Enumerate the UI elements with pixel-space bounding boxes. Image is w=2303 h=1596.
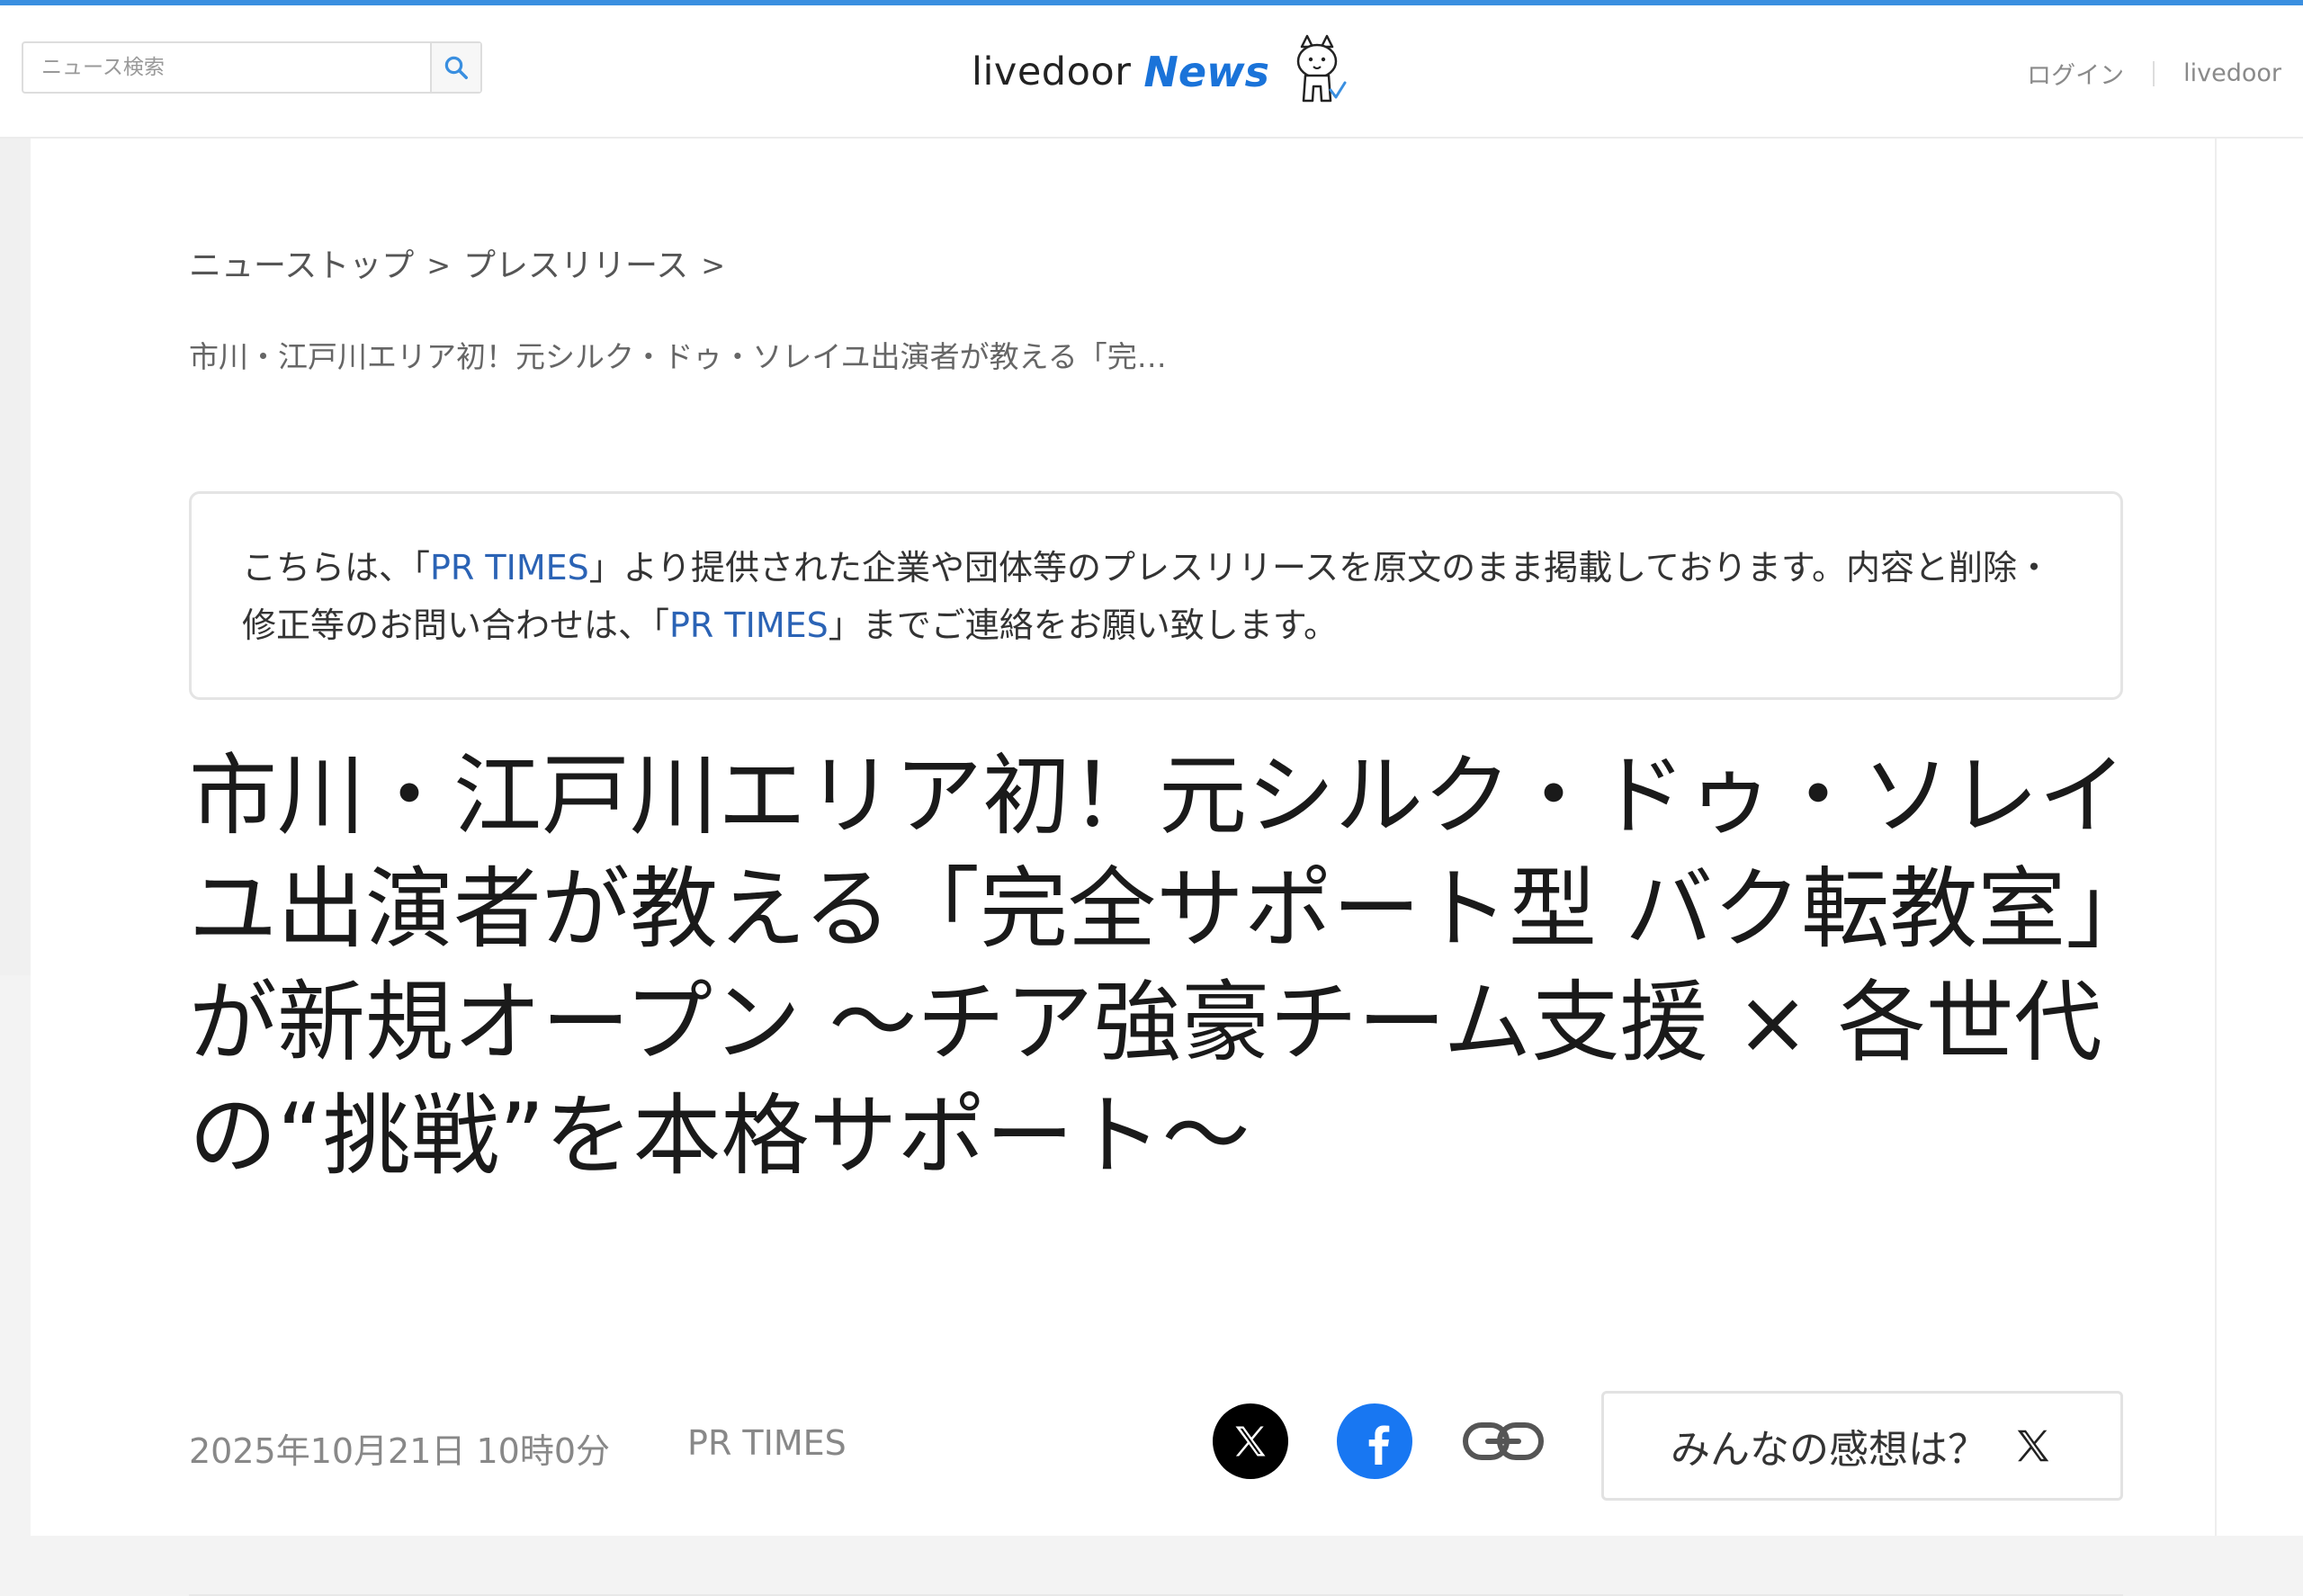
breadcrumb-item-news-top[interactable]: ニューストップ [189,239,414,286]
logo-livedoor-text: livedoor [972,49,1132,94]
opinion-share-button[interactable]: みんなの感想は？ [1601,1391,2123,1501]
share-buttons [1213,1403,1546,1479]
header-separator [2153,60,2155,86]
pr-times-notice: こちらは、「PR TIMES」より提供された企業や団体等のプレスリリースを原文の… [189,491,2123,700]
breadcrumb-item-press-release[interactable]: プレスリリース [463,239,688,286]
copy-link-button[interactable] [1461,1403,1546,1479]
opinion-label: みんなの感想は？ [1671,1427,1987,1473]
notice-text: 」までご連絡をお願い致します。 [828,605,1338,645]
pr-times-link[interactable]: PR TIMES [430,548,589,587]
x-share-button[interactable] [1213,1403,1288,1479]
pr-times-link[interactable]: PR TIMES [669,605,829,645]
search-box [22,41,482,94]
site-logo[interactable]: livedoor News [972,27,1349,117]
login-link[interactable]: ログイン [2027,56,2124,91]
article-source[interactable]: PR TIMES [687,1423,847,1473]
x-share-icon [1235,1426,1266,1457]
breadcrumb-separator: > [701,248,726,282]
search-input[interactable] [23,43,430,92]
article-meta: 2025年10月21日 10時0分 PR TIMES [189,1423,847,1473]
livedoor-link[interactable]: livedoor [2183,59,2281,87]
facebook-share-button[interactable] [1337,1403,1412,1479]
logo-news-text: News [1143,48,1269,96]
search-button[interactable] [430,43,480,92]
search-icon [444,56,468,79]
breadcrumb-separator: > [426,248,452,282]
article-date: 2025年10月21日 10時0分 [189,1431,611,1471]
mascot-dog-icon [1296,34,1347,103]
notice-text: こちらは、「 [242,548,431,587]
article-main: ニューストップ > プレスリリース > 市川・江戸川エリア初！元シルク・ドゥ・ソ… [31,139,2215,1596]
copy-link-icon [1463,1422,1544,1460]
site-header: livedoor News ログイン livedoor [0,5,2303,139]
left-gutter [0,139,31,975]
facebook-share-icon [1368,1425,1390,1465]
article-title: 市川・江戸川エリア初！元シルク・ドゥ・ソレイユ出演者が教える「完全サポート型 バ… [189,745,2128,1188]
breadcrumb-current-title: 市川・江戸川エリア初！元シルク・ドゥ・ソレイユ出演者が教える「完… [189,339,1167,374]
breadcrumb: ニューストップ > プレスリリース > [189,239,725,286]
header-links: ログイン livedoor [2027,56,2281,91]
right-gutter [2215,139,2303,1536]
x-logo-icon [2017,1430,2049,1462]
